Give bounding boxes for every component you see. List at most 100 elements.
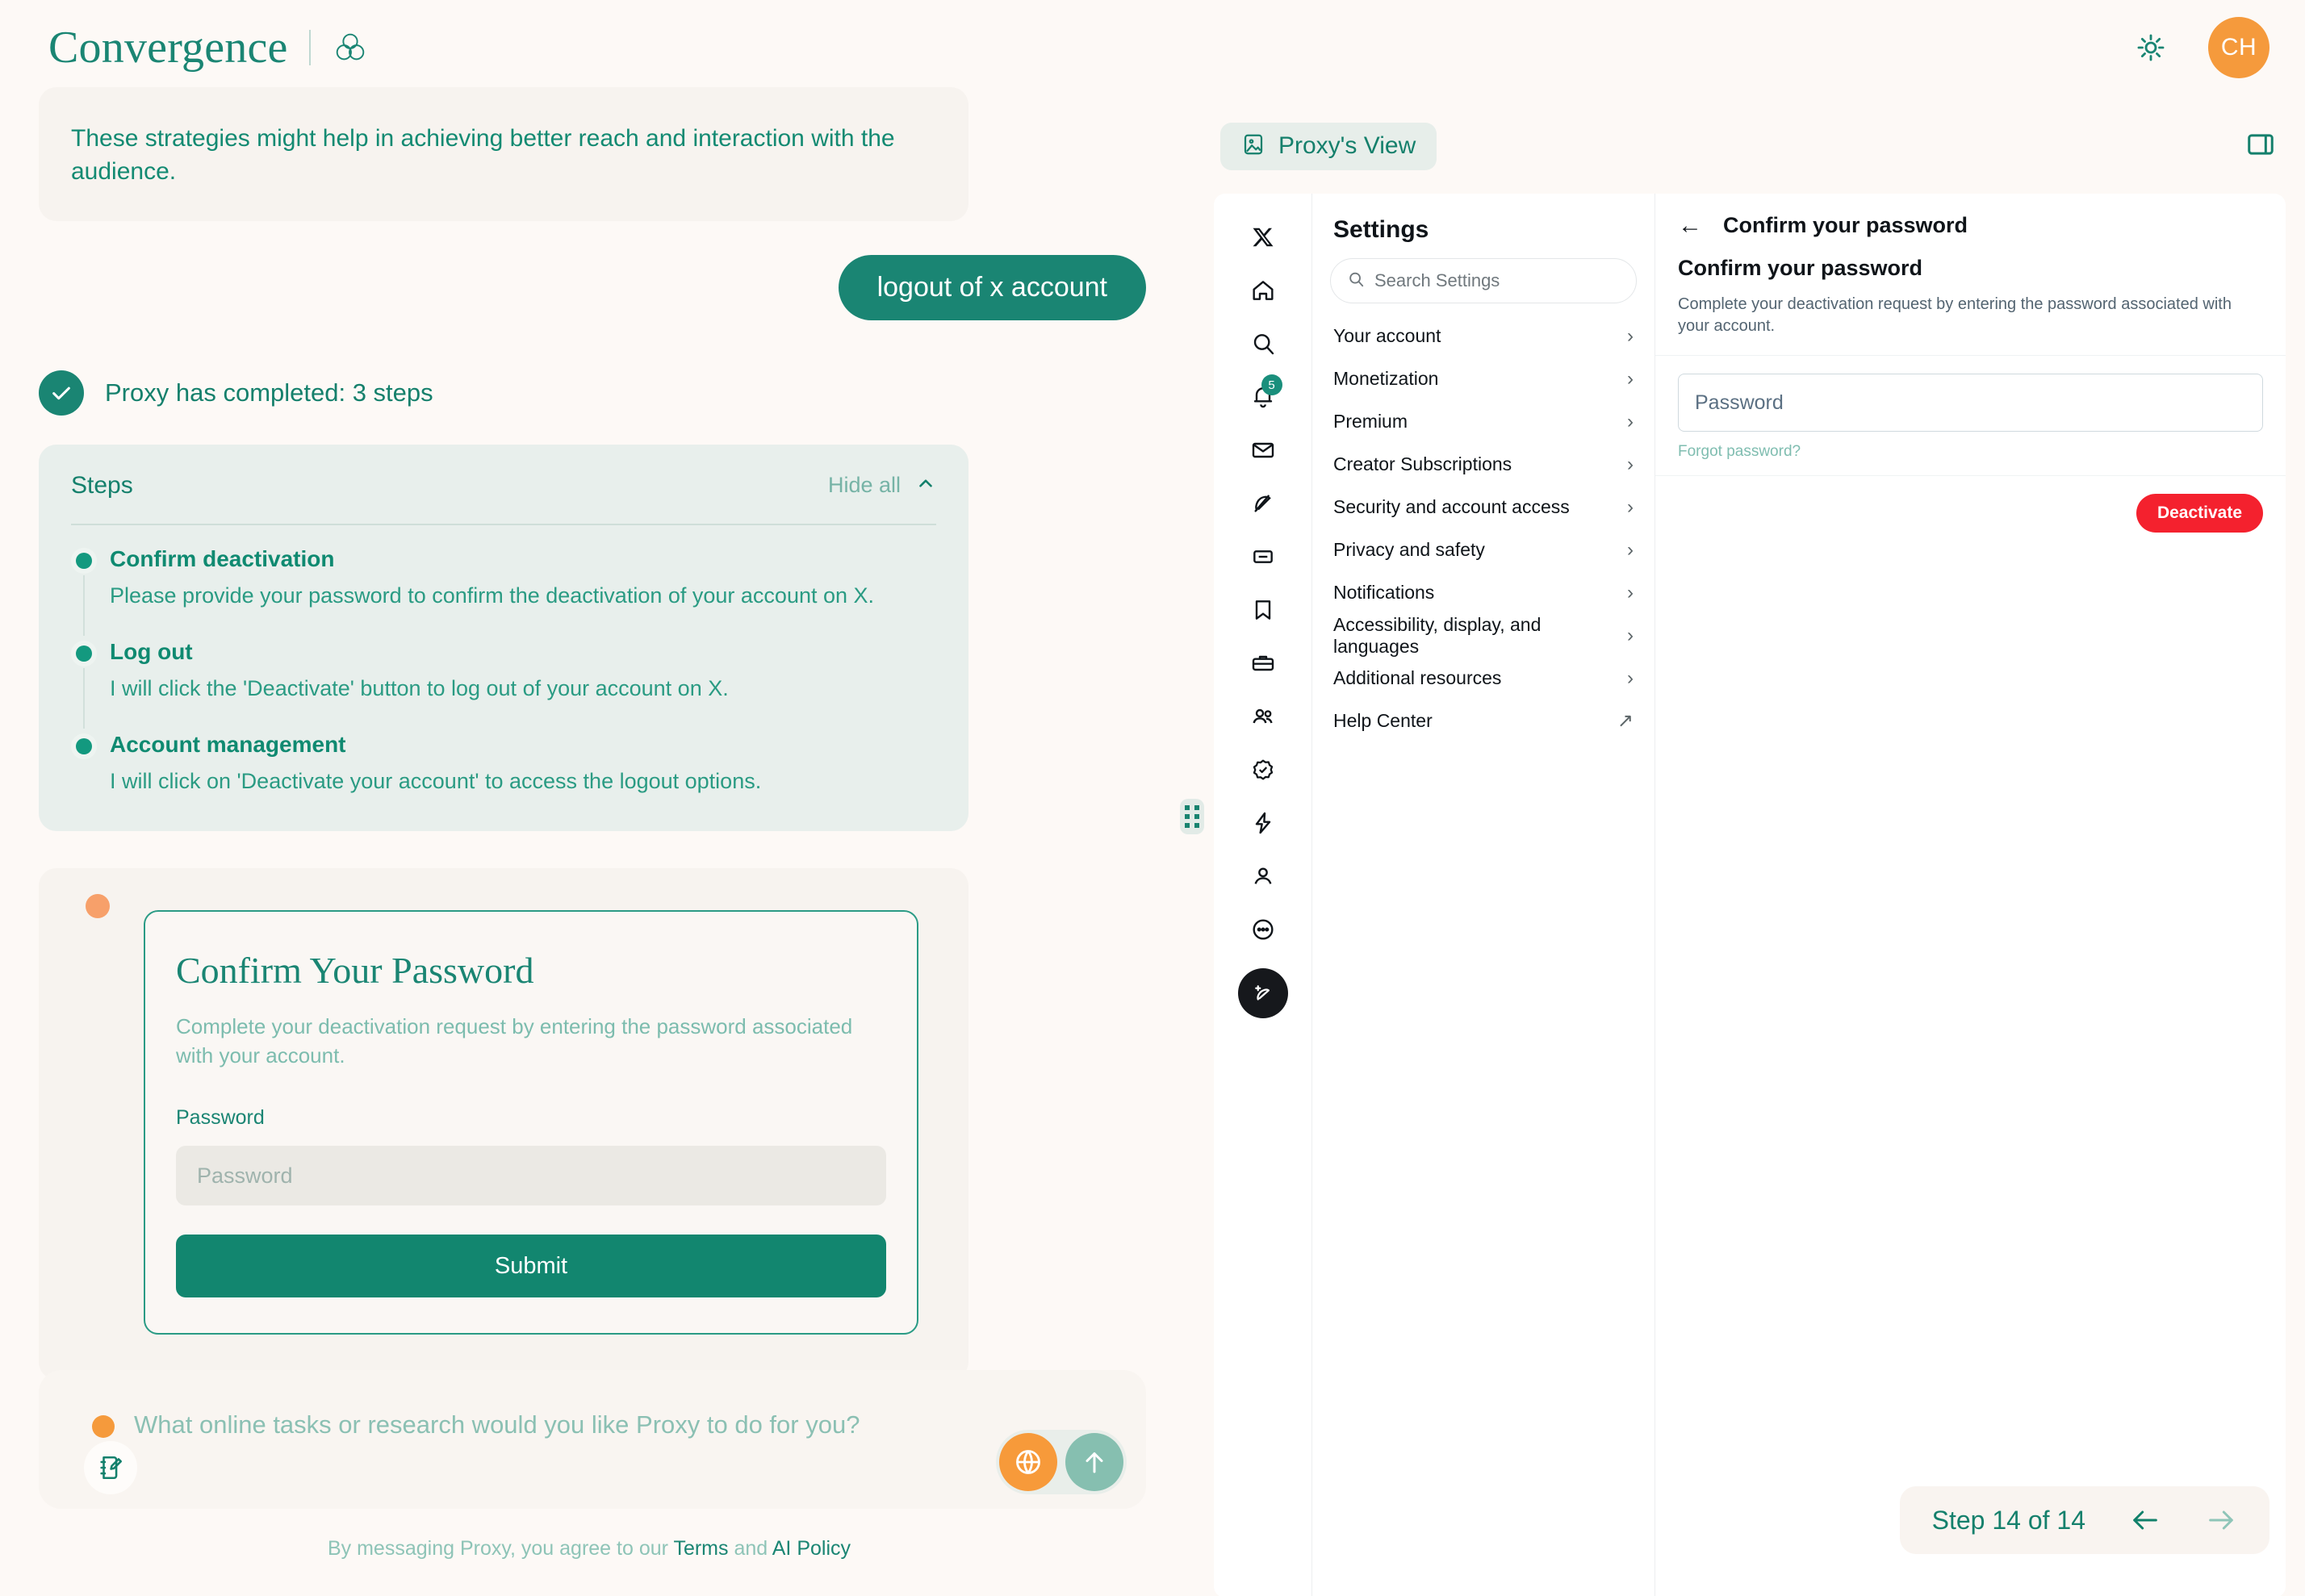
- x-detail-panel: ← Confirm your password Confirm your pas…: [1655, 194, 2286, 1596]
- home-icon[interactable]: [1234, 265, 1292, 316]
- search-input[interactable]: [1374, 270, 1620, 291]
- settings-item-security-and-account-access[interactable]: Security and account access ›: [1312, 486, 1654, 529]
- step-description: I will click on 'Deactivate your account…: [110, 767, 936, 796]
- panel-right-icon[interactable]: [2240, 124, 2281, 169]
- legal-footer: By messaging Proxy, you agree to our Ter…: [0, 1537, 1178, 1560]
- globe-icon[interactable]: [999, 1433, 1057, 1491]
- notebook-pencil-icon[interactable]: [84, 1441, 137, 1494]
- step-connector: [83, 575, 85, 636]
- settings-item-notifications[interactable]: Notifications ›: [1312, 571, 1654, 614]
- password-input[interactable]: [176, 1146, 886, 1205]
- detail-actions: Deactivate: [1655, 476, 2286, 550]
- confirm-password-subtitle: Complete your deactivation request by en…: [176, 1013, 886, 1071]
- step-description: Please provide your password to confirm …: [110, 582, 936, 610]
- settings-title: Settings: [1312, 211, 1654, 258]
- composer-actions: [996, 1430, 1127, 1494]
- feather-plus-icon[interactable]: [1238, 968, 1288, 1018]
- composer[interactable]: What online tasks or research would you …: [39, 1370, 1146, 1509]
- chevron-right-icon: ›: [1627, 625, 1634, 647]
- settings-item-label: Security and account access: [1333, 496, 1570, 518]
- password-form-message: Confirm Your Password Complete your deac…: [39, 868, 968, 1380]
- mail-icon[interactable]: [1234, 424, 1292, 476]
- detail-heading: Confirm your password: [1655, 256, 2286, 281]
- settings-item-monetization[interactable]: Monetization ›: [1312, 357, 1654, 400]
- list-icon[interactable]: [1234, 531, 1292, 583]
- step-counter-label: Step 14 of 14: [1932, 1506, 2085, 1535]
- confirm-password-title: Confirm Your Password: [176, 949, 886, 992]
- settings-item-label: Monetization: [1333, 368, 1438, 390]
- forgot-password-link[interactable]: Forgot password?: [1678, 443, 2263, 461]
- arrow-right-icon[interactable]: [2205, 1504, 2237, 1536]
- settings-item-accessibility-display-and-languages[interactable]: Accessibility, display, and languages ›: [1312, 614, 1654, 657]
- step-title: Account management: [110, 732, 936, 758]
- arrow-up-icon[interactable]: [1065, 1433, 1123, 1491]
- lightning-icon[interactable]: [1234, 797, 1292, 849]
- drag-dots-icon[interactable]: [1180, 799, 1204, 834]
- check-icon: [39, 370, 84, 416]
- truncated-text-top: [71, 111, 936, 123]
- deactivate-button[interactable]: Deactivate: [2136, 494, 2263, 533]
- settings-item-label: Additional resources: [1333, 667, 1501, 689]
- step-item: Log out I will click the 'Deactivate' bu…: [71, 639, 936, 732]
- avatar[interactable]: CH: [2208, 17, 2269, 78]
- brand-wordmark: Convergence: [48, 25, 288, 70]
- people-icon[interactable]: [1234, 691, 1292, 742]
- settings-item-help-center[interactable]: Help Center ↗: [1312, 700, 1654, 742]
- settings-item-label: Accessibility, display, and languages: [1333, 614, 1627, 658]
- hide-all-toggle[interactable]: Hide all: [828, 473, 936, 498]
- tab-proxys-view[interactable]: Proxy's View: [1220, 123, 1437, 170]
- step-item: Account management I will click on 'Deac…: [71, 732, 936, 796]
- submit-button[interactable]: Submit: [176, 1235, 886, 1297]
- chevron-up-icon: [915, 473, 936, 498]
- settings-item-label: Privacy and safety: [1333, 539, 1485, 561]
- drag-dots-grid: [1185, 805, 1200, 828]
- top-bar-actions: CH: [2132, 17, 2269, 78]
- settings-item-label: Help Center: [1333, 710, 1433, 732]
- person-icon[interactable]: [1234, 850, 1292, 902]
- brand[interactable]: Convergence: [48, 25, 369, 70]
- steps-title: Steps: [71, 472, 133, 499]
- x-logo-icon[interactable]: [1234, 211, 1292, 263]
- settings-search[interactable]: [1330, 258, 1637, 303]
- proxy-view-header: Proxy's View: [1220, 118, 2281, 174]
- sun-icon[interactable]: [2132, 29, 2169, 66]
- chevron-right-icon: ›: [1627, 368, 1634, 391]
- arrow-left-icon[interactable]: [2129, 1504, 2161, 1536]
- step-title: Confirm deactivation: [110, 546, 936, 572]
- briefcase-icon[interactable]: [1234, 637, 1292, 689]
- chevron-right-icon: ›: [1627, 411, 1634, 433]
- browser-viewport: 5: [1214, 194, 2286, 1596]
- triquetra-logo-icon: [332, 29, 369, 66]
- chevron-right-icon: ›: [1627, 539, 1634, 562]
- settings-item-premium[interactable]: Premium ›: [1312, 400, 1654, 443]
- detail-header: ← Confirm your password: [1655, 194, 2286, 256]
- assistant-avatar-dot: [86, 894, 110, 918]
- step-dot-icon: [76, 646, 92, 662]
- legal-prefix: By messaging Proxy, you agree to our: [328, 1537, 673, 1560]
- x-password-input[interactable]: [1678, 374, 2263, 432]
- more-circle-icon[interactable]: [1234, 904, 1292, 955]
- settings-item-creator-subscriptions[interactable]: Creator Subscriptions ›: [1312, 443, 1654, 486]
- chevron-right-icon: ›: [1627, 667, 1634, 690]
- settings-item-label: Creator Subscriptions: [1333, 453, 1512, 475]
- composer-avatar-dot: [92, 1415, 115, 1438]
- grok-icon[interactable]: [1234, 478, 1292, 529]
- bell-icon[interactable]: 5: [1234, 371, 1292, 423]
- search-icon[interactable]: [1234, 318, 1292, 370]
- steps-divider: [71, 524, 936, 525]
- terms-link[interactable]: Terms: [673, 1537, 728, 1560]
- step-item: Confirm deactivation Please provide your…: [71, 546, 936, 639]
- arrow-left-icon[interactable]: ←: [1678, 214, 1702, 238]
- x-settings-panel: Settings Your account › Monetization › P: [1312, 194, 1655, 1596]
- settings-item-additional-resources[interactable]: Additional resources ›: [1312, 657, 1654, 700]
- steps-card: Steps Hide all Confirm deactivation Plea…: [39, 445, 968, 831]
- ai-policy-link[interactable]: AI Policy: [772, 1537, 851, 1560]
- chat-column: These strategies might help in achieving…: [0, 81, 1178, 1596]
- step-navigation: Step 14 of 14: [1900, 1486, 2269, 1554]
- external-link-icon: ↗: [1617, 709, 1634, 733]
- settings-item-your-account[interactable]: Your account ›: [1312, 315, 1654, 357]
- bookmark-icon[interactable]: [1234, 584, 1292, 636]
- confirm-password-card: Confirm Your Password Complete your deac…: [144, 910, 918, 1335]
- settings-item-privacy-and-safety[interactable]: Privacy and safety ›: [1312, 529, 1654, 571]
- verified-badge-icon[interactable]: [1234, 744, 1292, 796]
